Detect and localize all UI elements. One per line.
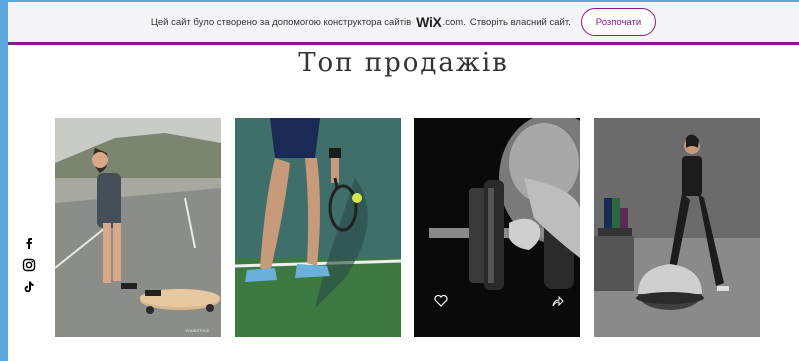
product-tile-bosu[interactable] bbox=[594, 118, 760, 337]
heart-icon[interactable] bbox=[434, 295, 448, 307]
banner-divider bbox=[8, 42, 799, 45]
wix-banner: Цей сайт було створено за допомогою конс… bbox=[8, 2, 799, 42]
product-tile-dumbbell[interactable] bbox=[414, 118, 580, 337]
start-button-label: Розпочати bbox=[595, 16, 642, 28]
start-button[interactable]: Розпочати bbox=[580, 8, 657, 36]
share-icon[interactable] bbox=[552, 296, 564, 307]
tennis-player-image bbox=[235, 118, 401, 337]
wix-logo[interactable]: WiX bbox=[416, 14, 442, 30]
section-title: Топ продажів bbox=[298, 48, 509, 78]
svg-text:YOURSTYLE: YOURSTYLE bbox=[185, 328, 210, 333]
wix-domain: .com. bbox=[442, 16, 466, 28]
product-tile-skateboard[interactable]: YOURSTYLE bbox=[55, 118, 221, 337]
facebook-icon[interactable] bbox=[22, 236, 36, 250]
tiktok-icon[interactable] bbox=[22, 280, 36, 294]
banner-subtext: Створіть власний сайт. bbox=[469, 16, 571, 28]
bosu-ball-image bbox=[594, 118, 760, 337]
product-tile-tennis[interactable] bbox=[235, 118, 401, 337]
instagram-icon[interactable] bbox=[22, 258, 36, 272]
banner-text: Цей сайт було створено за допомогою конс… bbox=[150, 16, 412, 28]
skateboard-girl-image: YOURSTYLE bbox=[55, 118, 221, 337]
site-page: Цей сайт було створено за допомогою конс… bbox=[8, 2, 799, 361]
